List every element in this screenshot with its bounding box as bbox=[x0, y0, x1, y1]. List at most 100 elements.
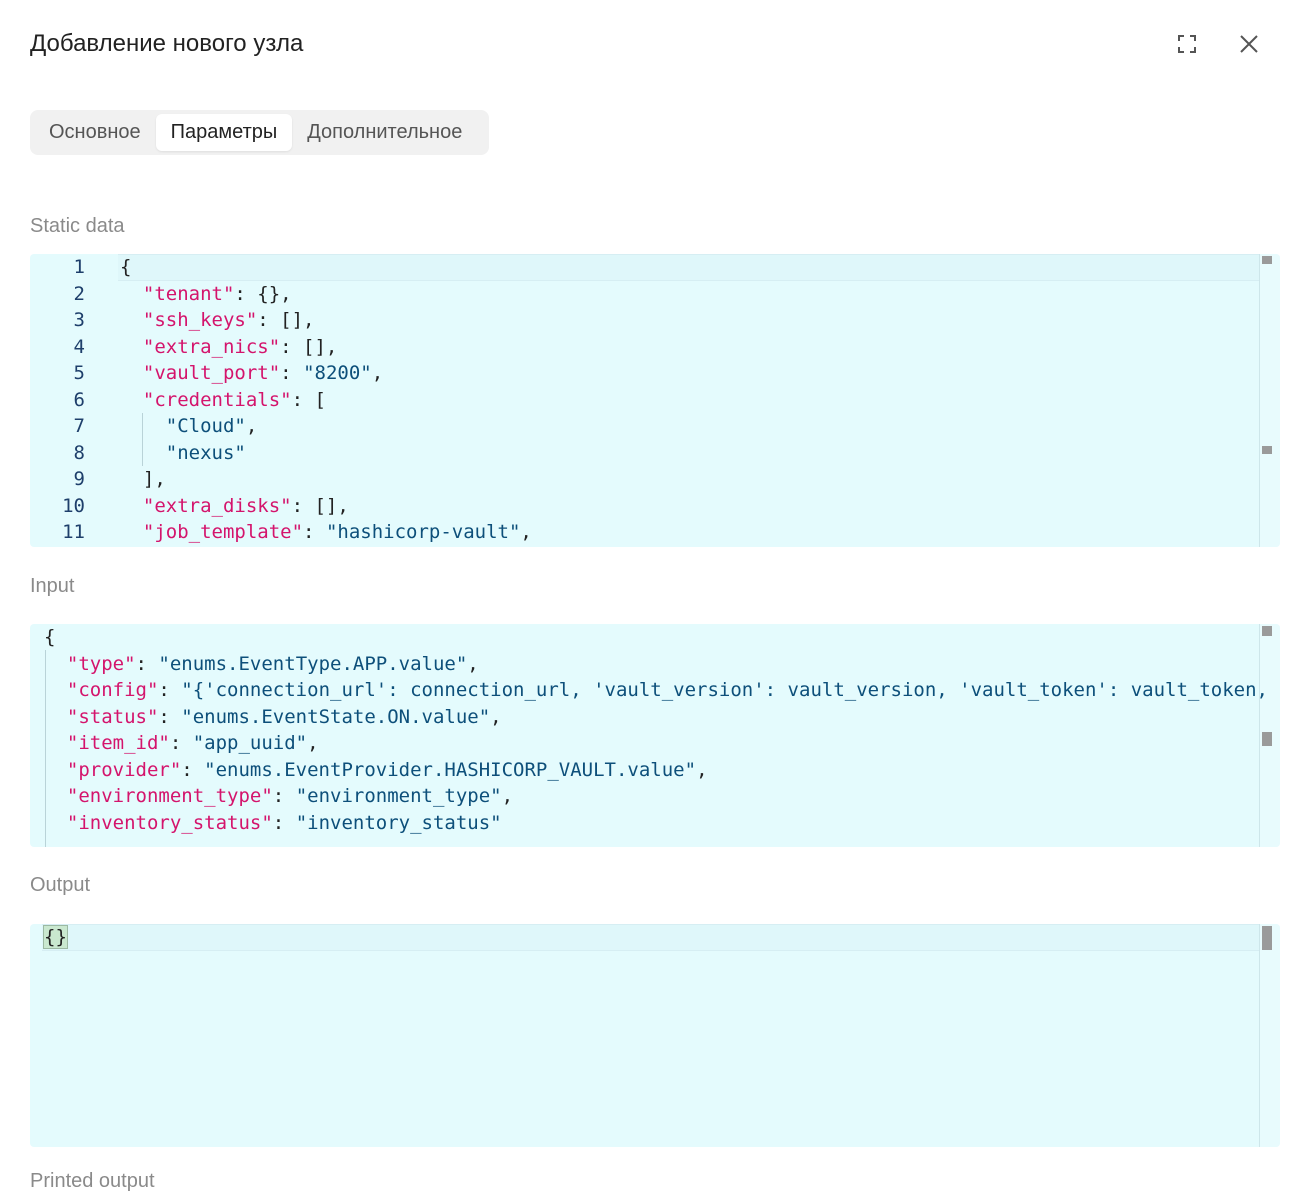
json-punctuation: { bbox=[120, 256, 132, 278]
json-key: "status" bbox=[66, 705, 159, 728]
code-text: "environment_type": "environment_type", bbox=[44, 783, 513, 810]
fullscreen-button[interactable] bbox=[1171, 28, 1203, 60]
code-text: "nexus" bbox=[120, 440, 246, 467]
code-line: 6 "credentials": [ bbox=[30, 387, 1280, 414]
json-punctuation: : bbox=[272, 811, 296, 834]
json-key: "inventory_status" bbox=[66, 811, 273, 834]
json-punctuation: , bbox=[307, 732, 319, 754]
code-line: "item_id": "app_uuid", bbox=[30, 730, 1280, 757]
json-string: "8200" bbox=[303, 362, 372, 384]
json-string: "{'connection_url': connection_url, 'vau… bbox=[181, 679, 1280, 701]
code-text: "ssh_keys": [], bbox=[120, 307, 315, 334]
code-line: "inventory_status": "inventory_status" bbox=[30, 810, 1280, 837]
dialog-title: Добавление нового узла bbox=[30, 30, 304, 57]
output-editor[interactable]: {} bbox=[30, 924, 1280, 1147]
json-string: "inventory_status" bbox=[295, 811, 502, 834]
json-punctuation: : [], bbox=[280, 335, 338, 358]
line-number: 11 bbox=[62, 521, 85, 543]
tab-bar: Основное Параметры Дополнительное bbox=[30, 110, 489, 155]
code-line: 2 "tenant": {}, bbox=[30, 281, 1280, 308]
json-punctuation: { bbox=[44, 626, 56, 648]
json-punctuation: , bbox=[467, 652, 479, 675]
json-key: "job_template" bbox=[142, 521, 304, 543]
json-string: "enums.EventType.APP.value" bbox=[158, 652, 468, 675]
json-punctuation: : [], bbox=[291, 494, 349, 517]
fullscreen-icon bbox=[1178, 35, 1196, 53]
json-string: "enums.EventState.ON.value" bbox=[181, 705, 491, 728]
code-text: { bbox=[120, 254, 131, 281]
code-line: "provider": "enums.EventProvider.HASHICO… bbox=[30, 757, 1280, 784]
json-key: "item_id" bbox=[66, 732, 170, 754]
json-punctuation: : bbox=[158, 679, 182, 701]
json-punctuation: , bbox=[520, 521, 532, 543]
code-text: "tenant": {}, bbox=[120, 281, 292, 308]
json-punctuation: , bbox=[371, 362, 384, 384]
code-line: "environment_type": "environment_type", bbox=[30, 783, 1280, 810]
json-string: "enums.EventProvider.HASHICORP_VAULT.val… bbox=[204, 758, 697, 781]
json-string: "app_uuid" bbox=[192, 732, 308, 754]
code-text: ], bbox=[120, 466, 166, 493]
static-data-editor[interactable]: 1{2 "tenant": {}, 3 "ssh_keys": [], 4 "ext… bbox=[30, 254, 1280, 547]
line-number: 3 bbox=[73, 309, 85, 331]
input-editor[interactable]: { "type": "enums.EventType.APP.value", "… bbox=[30, 624, 1280, 847]
code-text: { bbox=[44, 624, 55, 651]
printed-output-label: Printed output bbox=[30, 1170, 155, 1192]
json-key: "credentials" bbox=[142, 388, 292, 411]
line-number: 8 bbox=[73, 441, 85, 464]
code-text: "status": "enums.EventState.ON.value", bbox=[44, 704, 502, 731]
line-number: 10 bbox=[62, 494, 85, 517]
json-punctuation: : bbox=[280, 362, 304, 384]
code-line: "status": "enums.EventState.ON.value", bbox=[30, 704, 1280, 731]
code-line: 5 "vault_port": "8200", bbox=[30, 360, 1280, 387]
json-punctuation: : bbox=[181, 758, 205, 781]
input-label: Input bbox=[30, 575, 75, 597]
line-number: 7 bbox=[73, 415, 85, 437]
json-punctuation: ], bbox=[142, 468, 166, 490]
json-punctuation: : [], bbox=[257, 309, 315, 331]
code-text: "provider": "enums.EventProvider.HASHICO… bbox=[44, 757, 708, 784]
tab-additional[interactable]: Дополнительное bbox=[292, 114, 477, 151]
json-punctuation: , bbox=[696, 758, 708, 781]
json-punctuation: : {}, bbox=[234, 282, 292, 305]
json-punctuation: , bbox=[501, 785, 514, 807]
static-data-label: Static data bbox=[30, 215, 125, 237]
code-line: 9 ], bbox=[30, 466, 1280, 493]
code-line: "type": "enums.EventType.APP.value", bbox=[30, 651, 1280, 678]
json-punctuation: : bbox=[272, 785, 296, 807]
json-string: "environment_type" bbox=[295, 785, 502, 807]
json-punctuation: , bbox=[245, 415, 258, 437]
json-key: "tenant" bbox=[142, 282, 235, 305]
json-key: "vault_port" bbox=[142, 362, 281, 384]
line-number: 2 bbox=[73, 282, 85, 305]
code-line: 8 "nexus" bbox=[30, 440, 1280, 467]
code-text: "config": "{'connection_url': connection… bbox=[44, 677, 1280, 704]
code-line: {} bbox=[30, 924, 1280, 951]
tab-main[interactable]: Основное bbox=[34, 114, 156, 151]
code-text: "job_template": "hashicorp-vault", bbox=[120, 519, 532, 546]
code-text: "credentials": [ bbox=[120, 387, 326, 414]
json-string: "hashicorp-vault" bbox=[325, 521, 521, 543]
json-punctuation: : bbox=[135, 652, 159, 675]
code-line: 4 "extra_nics": [], bbox=[30, 334, 1280, 361]
line-number: 5 bbox=[73, 362, 85, 384]
output-label: Output bbox=[30, 874, 91, 896]
vertical-scrollbar[interactable] bbox=[1259, 924, 1280, 1147]
json-key: "config" bbox=[66, 679, 159, 701]
json-punctuation: , bbox=[490, 705, 502, 728]
close-button[interactable] bbox=[1233, 28, 1265, 60]
code-text: {} bbox=[43, 924, 68, 951]
code-text: "extra_disks": [], bbox=[120, 493, 349, 520]
json-key: "provider" bbox=[66, 758, 182, 781]
code-line: "config": "{'connection_url': connection… bbox=[30, 677, 1280, 704]
json-punctuation: {} bbox=[43, 925, 68, 949]
json-key: "extra_disks" bbox=[142, 494, 292, 517]
code-text: "type": "enums.EventType.APP.value", bbox=[44, 651, 479, 678]
code-line: 1{ bbox=[30, 254, 1280, 281]
code-line: { bbox=[30, 624, 1280, 651]
tab-parameters[interactable]: Параметры bbox=[155, 114, 293, 151]
code-line: 11 "job_template": "hashicorp-vault", bbox=[30, 519, 1280, 546]
json-string: "Cloud" bbox=[165, 415, 246, 437]
json-key: "extra_nics" bbox=[142, 335, 281, 358]
close-icon bbox=[1240, 35, 1258, 53]
json-string: "nexus" bbox=[165, 441, 246, 464]
